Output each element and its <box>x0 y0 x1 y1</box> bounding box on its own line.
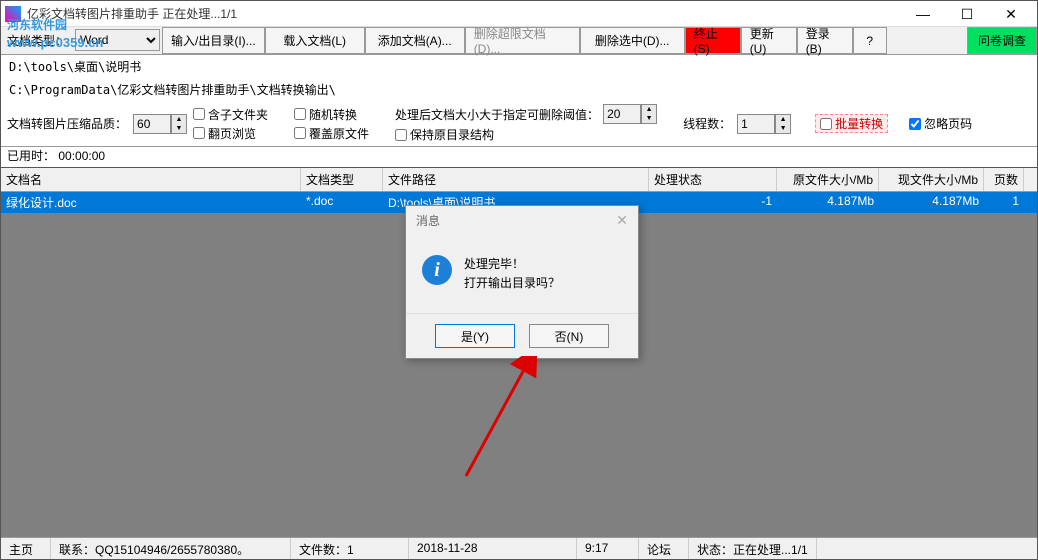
threshold-label: 处理后文档大小大于指定可删除阈值： <box>395 106 599 123</box>
update-button[interactable]: 更新(U) <box>741 27 797 54</box>
status-date: 2018-11-28 <box>409 538 577 559</box>
stop-button[interactable]: 终止(S) <box>685 27 741 54</box>
output-path: C:\ProgramData\亿彩文档转图片排重助手\文档转换输出\ <box>1 78 1037 101</box>
status-home[interactable]: 主页 <box>1 538 51 559</box>
minimize-button[interactable]: — <box>901 1 945 27</box>
options-row-1: 文档转图片压缩品质： ▲▼ 含子文件夹 翻页浏览 随机转换 覆盖原文件 处理后文… <box>1 101 1037 147</box>
message-dialog: 消息 ✕ i 处理完毕！ 打开输出目录吗？ 是(Y) 否(N) <box>405 205 639 359</box>
help-button[interactable]: ? <box>853 27 887 54</box>
titlebar: 亿彩文档转图片排重助手 正在处理...1/1 — ☐ ✕ <box>1 1 1037 27</box>
info-icon: i <box>422 255 452 285</box>
input-path: D:\tools\桌面\说明书 <box>1 55 1037 78</box>
status-forum[interactable]: 论坛 <box>639 538 689 559</box>
status-filecount: 文件数：1 <box>291 538 409 559</box>
dialog-title: 消息 <box>416 212 440 229</box>
spin-down-icon[interactable]: ▼ <box>172 124 186 133</box>
include-sub-checkbox[interactable] <box>193 108 205 120</box>
ignore-pages-checkbox[interactable] <box>909 118 921 130</box>
add-doc-button[interactable]: 添加文档(A)... <box>365 27 465 54</box>
status-contact: 联系：QQ15104946/2655780380。 <box>51 538 291 559</box>
threshold-input[interactable] <box>603 104 641 124</box>
survey-button[interactable]: 问卷调查 <box>967 27 1037 54</box>
overwrite-checkbox[interactable] <box>294 127 306 139</box>
type-label: 文档类型： <box>1 27 73 54</box>
elapsed-value: 00:00:00 <box>58 149 105 163</box>
maximize-button[interactable]: ☐ <box>945 1 989 27</box>
keep-dir-checkbox[interactable] <box>395 129 407 141</box>
status-state: 状态：正在处理...1/1 <box>689 538 817 559</box>
threads-input[interactable] <box>737 114 775 134</box>
batch-checkbox[interactable] <box>820 118 832 130</box>
status-time: 9:17 <box>577 538 639 559</box>
dialog-no-button[interactable]: 否(N) <box>529 324 609 348</box>
window-title: 亿彩文档转图片排重助手 正在处理...1/1 <box>27 5 901 22</box>
dialog-close-icon[interactable]: ✕ <box>616 212 628 229</box>
table-header: 文档名 文档类型 文件路径 处理状态 原文件大小/Mb 现文件大小/Mb 页数 <box>1 168 1037 192</box>
close-button[interactable]: ✕ <box>989 1 1033 27</box>
io-dir-button[interactable]: 输入/出目录(I)... <box>162 27 265 54</box>
threads-label: 线程数： <box>683 115 731 132</box>
toolbar: 文档类型： Word 输入/出目录(I)... 载入文档(L) 添加文档(A).… <box>1 27 1037 55</box>
dialog-message: 处理完毕！ 打开输出目录吗？ <box>464 255 560 293</box>
del-over-button[interactable]: 删除超限文档(D)... <box>465 27 580 54</box>
statusbar: 主页 联系：QQ15104946/2655780380。 文件数：1 2018-… <box>1 537 1037 559</box>
dialog-yes-button[interactable]: 是(Y) <box>435 324 515 348</box>
random-convert-checkbox[interactable] <box>294 108 306 120</box>
quality-label: 文档转图片压缩品质： <box>7 115 127 132</box>
spin-up-icon[interactable]: ▲ <box>172 115 186 124</box>
elapsed-label: 已用时： <box>7 149 55 163</box>
login-button[interactable]: 登录(B) <box>797 27 853 54</box>
quality-input[interactable] <box>133 114 171 134</box>
app-icon <box>5 6 21 22</box>
flip-preview-checkbox[interactable] <box>193 127 205 139</box>
doc-type-select[interactable]: Word <box>75 29 160 51</box>
load-doc-button[interactable]: 载入文档(L) <box>265 27 365 54</box>
del-sel-button[interactable]: 删除选中(D)... <box>580 27 685 54</box>
